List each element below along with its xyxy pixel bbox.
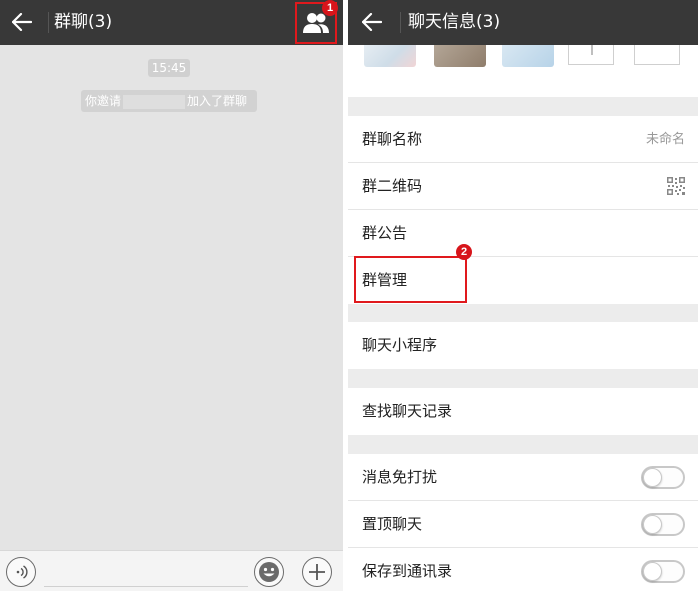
group-chat-screen: 群聊(3) 1 15:45 你邀请 加入了群聊 <box>0 0 343 591</box>
qr-code-icon <box>667 177 685 195</box>
settings-group-miniprogram: 聊天小程序 <box>348 322 698 369</box>
mute-label: 消息免打扰 <box>362 468 438 486</box>
plus-icon <box>591 45 593 55</box>
qr-code-label: 群二维码 <box>362 177 423 195</box>
step-badge-1: 1 <box>322 0 338 16</box>
add-member-button[interactable] <box>568 45 614 65</box>
search-history-row[interactable]: 查找聊天记录 <box>348 388 698 435</box>
more-button[interactable] <box>302 557 332 587</box>
system-message-prefix: 你邀请 <box>85 94 122 108</box>
announcement-row[interactable]: 群公告 <box>348 210 698 257</box>
toggle-knob <box>643 562 662 581</box>
settings-group-toggles: 消息免打扰 置顶聊天 保存到通讯录 <box>348 454 698 591</box>
save-contacts-label: 保存到通讯录 <box>362 562 453 580</box>
save-contacts-toggle[interactable] <box>641 560 685 583</box>
search-history-label: 查找聊天记录 <box>362 402 453 420</box>
topbar-divider <box>400 12 401 33</box>
voice-button[interactable] <box>6 557 36 587</box>
save-contacts-row: 保存到通讯录 <box>348 548 698 591</box>
arrow-left-icon <box>12 13 32 31</box>
mini-program-label: 聊天小程序 <box>362 336 438 354</box>
sticky-label: 置顶聊天 <box>362 515 423 533</box>
back-button[interactable] <box>356 6 388 38</box>
info-topbar: 聊天信息(3) <box>348 0 698 45</box>
info-title: 聊天信息(3) <box>408 12 501 32</box>
chat-topbar: 群聊(3) <box>0 0 343 45</box>
member-avatars <box>348 45 698 97</box>
management-highlight-box <box>354 256 467 303</box>
group-name-value: 未命名 <box>645 132 685 147</box>
redacted-name <box>123 94 186 109</box>
message-input[interactable] <box>44 586 248 587</box>
message-list: 15:45 你邀请 加入了群聊 <box>0 45 343 550</box>
time-chip: 15:45 <box>148 59 190 77</box>
sticky-toggle[interactable] <box>641 513 685 536</box>
mini-program-row[interactable]: 聊天小程序 <box>348 322 698 369</box>
topbar-divider <box>48 12 49 33</box>
group-name-row[interactable]: 群聊名称 未命名 <box>348 116 698 163</box>
mute-row: 消息免打扰 <box>348 454 698 501</box>
system-message: 你邀请 加入了群聊 <box>81 90 257 112</box>
announcement-label: 群公告 <box>362 224 408 242</box>
mute-toggle[interactable] <box>641 466 685 489</box>
member-avatar[interactable] <box>434 45 486 67</box>
emoji-icon <box>259 562 279 582</box>
remove-member-button[interactable] <box>634 45 680 65</box>
back-button[interactable] <box>6 6 38 38</box>
arrow-left-icon <box>362 13 382 31</box>
member-avatar[interactable] <box>364 45 416 67</box>
group-members-icon <box>303 13 329 33</box>
screenshot-root: 群聊(3) 1 15:45 你邀请 加入了群聊 聊天信息(3) 群聊名称 未命名… <box>0 0 698 591</box>
group-name-label: 群聊名称 <box>362 130 423 148</box>
settings-group-search: 查找聊天记录 <box>348 388 698 435</box>
voice-icon <box>16 565 28 579</box>
step-badge-2: 2 <box>456 244 472 260</box>
toggle-knob <box>643 468 662 487</box>
chat-title: 群聊(3) <box>54 12 113 32</box>
plus-icon <box>309 564 325 580</box>
member-avatar[interactable] <box>502 45 554 67</box>
emoji-button[interactable] <box>254 557 284 587</box>
qr-code-row[interactable]: 群二维码 <box>348 163 698 210</box>
toggle-knob <box>643 515 662 534</box>
system-message-suffix: 加入了群聊 <box>187 94 248 108</box>
input-bar <box>0 550 343 591</box>
sticky-row: 置顶聊天 <box>348 501 698 548</box>
